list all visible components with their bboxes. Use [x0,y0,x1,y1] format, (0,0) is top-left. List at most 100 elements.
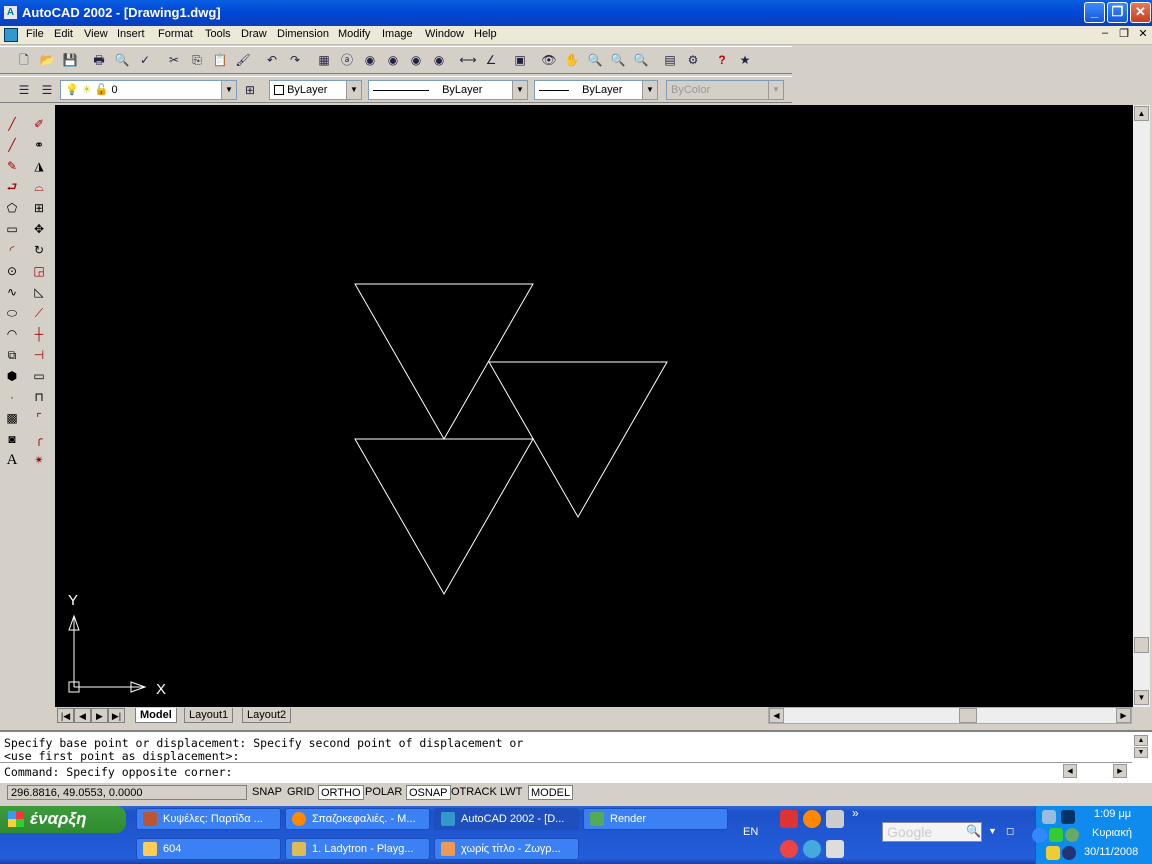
search-icon[interactable]: 🔍 [966,824,981,838]
close-button[interactable]: ✕ [1130,2,1151,23]
paste-icon[interactable]: 📋 [210,50,230,70]
toolbar-overflow-icon[interactable]: » [852,806,859,820]
status-toggle-snap[interactable]: SNAP [250,785,284,800]
quicklaunch-tool-icon[interactable] [826,810,844,828]
stretch-icon[interactable]: ◺ [28,282,50,302]
status-toggle-ortho[interactable]: ORTHO [318,785,364,800]
task-button-1[interactable]: Κυψέλες: Παρτίδα ... [136,808,281,830]
autocad-icon[interactable]: A [3,5,18,20]
menu-draw[interactable]: Draw [241,28,267,40]
construction-line-icon[interactable]: ╱ [1,135,23,155]
trim-icon[interactable]: ┼ [28,324,50,344]
doc-restore-button[interactable]: ❐ [1117,27,1131,40]
explode-icon[interactable]: ✴ [28,450,50,470]
menu-tools[interactable]: Tools [205,28,231,40]
array-icon[interactable]: ⊞ [28,198,50,218]
menu-view[interactable]: View [84,28,108,40]
cmd-scroll-right-icon[interactable]: ▶ [1113,764,1127,778]
arc-icon[interactable]: ◜ [1,240,23,260]
status-toggle-grid[interactable]: GRID [285,785,317,800]
match-properties-icon[interactable]: 🖌 [233,50,253,70]
menu-insert[interactable]: Insert [117,28,145,40]
scroll-left-arrow-icon[interactable]: ◀ [769,708,784,723]
status-toggle-osnap[interactable]: OSNAP [406,785,451,800]
break-at-point-icon[interactable]: ⊓ [28,387,50,407]
menu-modify[interactable]: Modify [338,28,370,40]
zoom-realtime-icon[interactable]: 🔍 [585,50,605,70]
scroll-down-arrow-icon[interactable]: ▼ [1134,690,1149,705]
document-icon[interactable] [4,28,18,42]
tray-back-icon[interactable] [1032,828,1047,843]
scroll-thumb[interactable] [1134,637,1149,653]
chevron-down-icon[interactable]: ▼ [346,81,361,99]
scroll-right-arrow-icon[interactable]: ▶ [1116,708,1131,723]
pan-icon[interactable]: ✋ [562,50,582,70]
line-icon[interactable]: ╱ [1,114,23,134]
command-window[interactable]: Specify base point or displacement: Spec… [0,730,1152,783]
task-button-folder[interactable]: 604 [136,838,281,860]
layer-previous-icon[interactable]: ☰ [37,80,57,100]
print-preview-icon[interactable]: 🔍 [112,50,132,70]
quicklaunch-desktop-icon[interactable] [826,840,844,858]
scroll-up-arrow-icon[interactable]: ▲ [1134,106,1149,121]
clock-time[interactable]: 1:09 μμ [1094,808,1131,820]
polygon-icon[interactable]: ⬠ [1,198,23,218]
first-tab-icon[interactable]: |◀ [57,708,74,723]
offset-icon[interactable]: ⌓ [28,177,50,197]
task-button-render[interactable]: Render [583,808,728,830]
autodesk-today-icon[interactable]: ⓐ [337,50,357,70]
design-center-icon[interactable]: ▦ [314,50,334,70]
triangle-bottom[interactable] [354,438,534,596]
hscroll-thumb[interactable] [959,708,977,723]
undo-icon[interactable]: ↶ [262,50,282,70]
redo-icon[interactable]: ↷ [285,50,305,70]
browser-icon[interactable]: ◉ [360,50,380,70]
menu-format[interactable]: Format [158,28,193,40]
menu-image[interactable]: Image [382,28,413,40]
quicklaunch-ie-icon[interactable] [803,840,821,858]
status-toggle-model[interactable]: MODEL [528,785,574,800]
tab-model[interactable]: Model [135,708,177,723]
quicklaunch-firefox-icon[interactable] [803,810,821,828]
3d-orbit-icon[interactable]: 👁 [539,50,559,70]
status-toggle-otrack[interactable]: OTRACK [449,785,499,800]
task-button-2[interactable]: Σπαζοκεφαλιές. - Μ... [285,808,430,830]
scale-icon[interactable]: ◲ [28,261,50,281]
make-block-icon[interactable]: ⬢ [1,366,23,386]
chamfer-icon[interactable]: ⌜ [28,408,50,428]
start-button[interactable]: έναρξη [0,806,126,833]
erase-icon[interactable]: ✐ [28,114,50,134]
distance-icon[interactable]: ⟷ [458,50,478,70]
web-icon[interactable]: ◉ [383,50,403,70]
extend-icon[interactable]: ⊣ [28,345,50,365]
media-play-icon[interactable] [1049,828,1063,842]
task-button-autocad[interactable]: AutoCAD 2002 - [D... [434,808,579,830]
zoom-previous-icon[interactable]: 🔍 [631,50,651,70]
task-button-paint[interactable]: χωρίς τίτλο - Ζωγρ... [434,838,579,860]
tool-palette-icon[interactable]: ⚙ [683,50,703,70]
chevron-down-icon[interactable]: ▼ [221,81,236,99]
search-dropdown-icon[interactable]: ▼ [988,826,997,836]
cmd-scroll-up-icon[interactable]: ▲ [1134,735,1148,746]
tab-layout2[interactable]: Layout2 [242,708,292,723]
3d-polyline-icon[interactable]: ⮐ [1,177,23,197]
fillet-icon[interactable]: ╭ [28,429,50,449]
coordinates-readout[interactable]: 296.8816, 49.0553, 0.0000 [7,785,247,800]
last-tab-icon[interactable]: ▶| [108,708,125,723]
rectangle-icon[interactable]: ▭ [1,219,23,239]
menu-dimension[interactable]: Dimension [277,28,329,40]
menu-file[interactable]: File [26,28,44,40]
chevron-down-icon[interactable]: ▼ [642,81,657,99]
lengthen-icon[interactable]: ⟋ [28,303,50,323]
spelling-icon[interactable]: ✓ [135,50,155,70]
vertical-scrollbar[interactable]: ▲ ▼ [1133,105,1150,707]
copy-object-icon[interactable]: ⚭ [28,135,50,155]
restore-button[interactable]: ❐ [1107,2,1128,23]
menu-window[interactable]: Window [425,28,464,40]
zoom-window-icon[interactable]: 🔍 [608,50,628,70]
named-views-icon[interactable]: ▣ [510,50,530,70]
minimize-button[interactable]: _ [1084,2,1105,23]
ellipse-arc-icon[interactable]: ◠ [1,324,23,344]
new-icon[interactable]: 🗋 [14,50,34,70]
status-toggle-polar[interactable]: POLAR [363,785,404,800]
